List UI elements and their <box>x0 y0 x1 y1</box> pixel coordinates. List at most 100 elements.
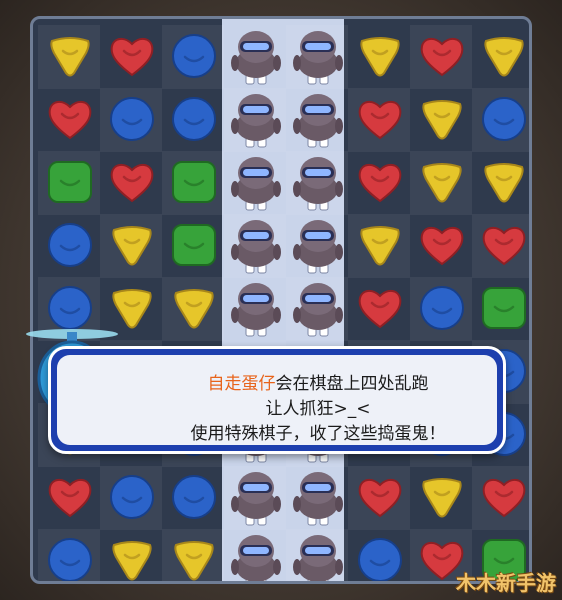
board-cell[interactable] <box>162 25 224 89</box>
board-cell[interactable] <box>224 466 286 530</box>
board-cell[interactable] <box>162 529 224 581</box>
board-cell[interactable] <box>286 277 348 341</box>
blue-circle-piece[interactable] <box>170 96 218 142</box>
board-cell[interactable] <box>286 466 348 530</box>
board-cell[interactable] <box>472 25 529 89</box>
board-cell[interactable] <box>100 25 162 89</box>
red-heart-piece[interactable] <box>356 285 404 331</box>
yellow-triangle-piece[interactable] <box>46 33 94 79</box>
board-cell[interactable] <box>410 277 472 341</box>
board-cell[interactable] <box>38 529 100 581</box>
red-heart-piece[interactable] <box>480 222 528 268</box>
red-heart-piece[interactable] <box>46 474 94 520</box>
green-square-piece[interactable] <box>46 159 94 205</box>
blue-circle-piece[interactable] <box>170 474 218 520</box>
board-cell[interactable] <box>472 88 529 152</box>
board-cell[interactable] <box>224 88 286 152</box>
robot-egg-piece[interactable] <box>230 218 282 276</box>
blue-circle-piece[interactable] <box>46 222 94 268</box>
board-cell[interactable] <box>410 88 472 152</box>
yellow-triangle-piece[interactable] <box>356 222 404 268</box>
blue-circle-piece[interactable] <box>356 537 404 581</box>
board-cell[interactable] <box>410 25 472 89</box>
blue-circle-piece[interactable] <box>418 285 466 331</box>
red-heart-piece[interactable] <box>46 96 94 142</box>
board-cell[interactable] <box>224 25 286 89</box>
blue-circle-piece[interactable] <box>108 474 156 520</box>
board-cell[interactable] <box>348 529 410 581</box>
yellow-triangle-piece[interactable] <box>170 537 218 581</box>
board-cell[interactable] <box>286 88 348 152</box>
robot-egg-piece[interactable] <box>292 470 344 528</box>
board-cell[interactable] <box>286 25 348 89</box>
red-heart-piece[interactable] <box>108 33 156 79</box>
robot-egg-piece[interactable] <box>292 92 344 150</box>
green-square-piece[interactable] <box>170 222 218 268</box>
board-cell[interactable] <box>410 466 472 530</box>
board-cell[interactable] <box>100 151 162 215</box>
red-heart-piece[interactable] <box>418 222 466 268</box>
board-cell[interactable] <box>286 529 348 581</box>
board-cell[interactable] <box>162 214 224 278</box>
board-cell[interactable] <box>348 25 410 89</box>
board-cell[interactable] <box>162 466 224 530</box>
board-cell[interactable] <box>348 466 410 530</box>
board-cell[interactable] <box>410 214 472 278</box>
yellow-triangle-piece[interactable] <box>418 159 466 205</box>
robot-egg-piece[interactable] <box>230 92 282 150</box>
robot-egg-piece[interactable] <box>230 470 282 528</box>
red-heart-piece[interactable] <box>356 96 404 142</box>
robot-egg-piece[interactable] <box>230 281 282 339</box>
green-square-piece[interactable] <box>170 159 218 205</box>
board-cell[interactable] <box>286 151 348 215</box>
robot-egg-piece[interactable] <box>230 29 282 87</box>
red-heart-piece[interactable] <box>418 33 466 79</box>
blue-circle-piece[interactable] <box>108 96 156 142</box>
board-cell[interactable] <box>100 529 162 581</box>
robot-egg-piece[interactable] <box>230 533 282 581</box>
robot-egg-piece[interactable] <box>292 218 344 276</box>
yellow-triangle-piece[interactable] <box>418 96 466 142</box>
board-cell[interactable] <box>224 529 286 581</box>
board-cell[interactable] <box>38 466 100 530</box>
board-cell[interactable] <box>348 151 410 215</box>
board-cell[interactable] <box>472 151 529 215</box>
board-cell[interactable] <box>472 466 529 530</box>
yellow-triangle-piece[interactable] <box>418 474 466 520</box>
red-heart-piece[interactable] <box>356 159 404 205</box>
robot-egg-piece[interactable] <box>292 533 344 581</box>
board-cell[interactable] <box>472 277 529 341</box>
board-cell[interactable] <box>162 88 224 152</box>
board-cell[interactable] <box>224 214 286 278</box>
board-cell[interactable] <box>100 214 162 278</box>
board-cell[interactable] <box>162 277 224 341</box>
board-cell[interactable] <box>38 214 100 278</box>
board-cell[interactable] <box>162 151 224 215</box>
tutorial-dialog[interactable]: 自走蛋仔会在棋盘上四处乱跑 让人抓狂>_< 使用特殊棋子，收了这些捣蛋鬼！ <box>48 346 506 454</box>
yellow-triangle-piece[interactable] <box>356 33 404 79</box>
board-cell[interactable] <box>286 214 348 278</box>
board-cell[interactable] <box>348 277 410 341</box>
yellow-triangle-piece[interactable] <box>108 222 156 268</box>
red-heart-piece[interactable] <box>480 474 528 520</box>
yellow-triangle-piece[interactable] <box>108 537 156 581</box>
blue-circle-piece[interactable] <box>480 96 528 142</box>
board-cell[interactable] <box>472 214 529 278</box>
robot-egg-piece[interactable] <box>230 155 282 213</box>
board-cell[interactable] <box>38 151 100 215</box>
board-cell[interactable] <box>348 214 410 278</box>
robot-egg-piece[interactable] <box>292 29 344 87</box>
board-cell[interactable] <box>224 277 286 341</box>
red-heart-piece[interactable] <box>356 474 404 520</box>
yellow-triangle-piece[interactable] <box>480 159 528 205</box>
yellow-triangle-piece[interactable] <box>170 285 218 331</box>
yellow-triangle-piece[interactable] <box>480 33 528 79</box>
robot-egg-piece[interactable] <box>292 155 344 213</box>
robot-egg-piece[interactable] <box>292 281 344 339</box>
red-heart-piece[interactable] <box>108 159 156 205</box>
blue-circle-piece[interactable] <box>170 33 218 79</box>
board-cell[interactable] <box>410 151 472 215</box>
board-cell[interactable] <box>38 25 100 89</box>
board-cell[interactable] <box>224 151 286 215</box>
green-square-piece[interactable] <box>480 285 528 331</box>
